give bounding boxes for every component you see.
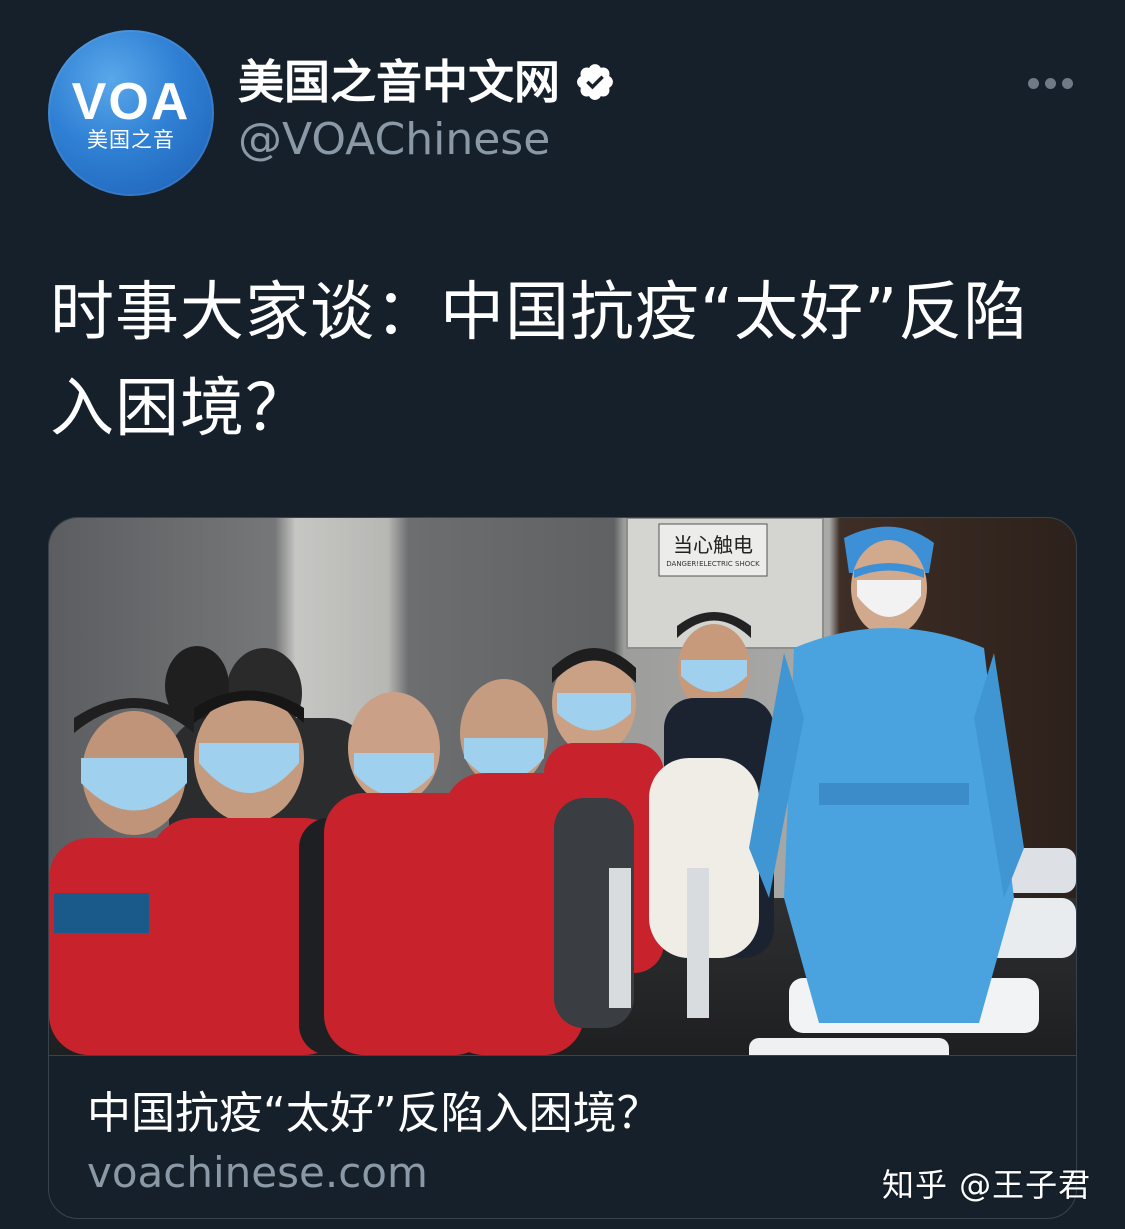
- account-avatar[interactable]: VOA 美国之音: [48, 30, 214, 196]
- voa-logo-subtitle: 美国之音: [87, 128, 175, 152]
- tweet-text: 时事大家谈：中国抗疫“太好”反陷入困境？: [50, 276, 1029, 446]
- card-title[interactable]: 中国抗疫“太好”反陷入困境？: [87, 1088, 661, 1141]
- tweet-screen: VOA 美国之音 美国之音中文网 @VOAChinese 时事大家谈：中国抗疫“…: [0, 0, 1125, 1229]
- zhihu-watermark: 知乎 @王子君: [882, 1166, 1092, 1204]
- account-handle[interactable]: @VOAChinese: [238, 118, 550, 162]
- link-preview-card[interactable]: 当心触电 DANGER!ELECTRIC SHOCK 中国抗疫“太好”反陷入困境…: [48, 517, 1077, 1219]
- photo-illustration: 当心触电 DANGER!ELECTRIC SHOCK: [49, 518, 1076, 1055]
- warning-sign-subtitle: DANGER!ELECTRIC SHOCK: [666, 560, 760, 568]
- warning-sign-title: 当心触电: [673, 533, 753, 557]
- more-options-button[interactable]: [1024, 65, 1076, 101]
- voa-logo-text: VOA: [71, 73, 191, 131]
- display-name[interactable]: 美国之音中文网: [238, 59, 560, 105]
- card-photo[interactable]: 当心触电 DANGER!ELECTRIC SHOCK: [49, 518, 1076, 1055]
- more-dot-icon: [1061, 77, 1073, 89]
- verified-badge-icon: [577, 64, 613, 100]
- more-dot-icon: [1044, 77, 1056, 89]
- card-domain: voachinese.com: [87, 1148, 428, 1197]
- account-name-row[interactable]: 美国之音中文网: [238, 52, 616, 112]
- more-dot-icon: [1027, 77, 1039, 89]
